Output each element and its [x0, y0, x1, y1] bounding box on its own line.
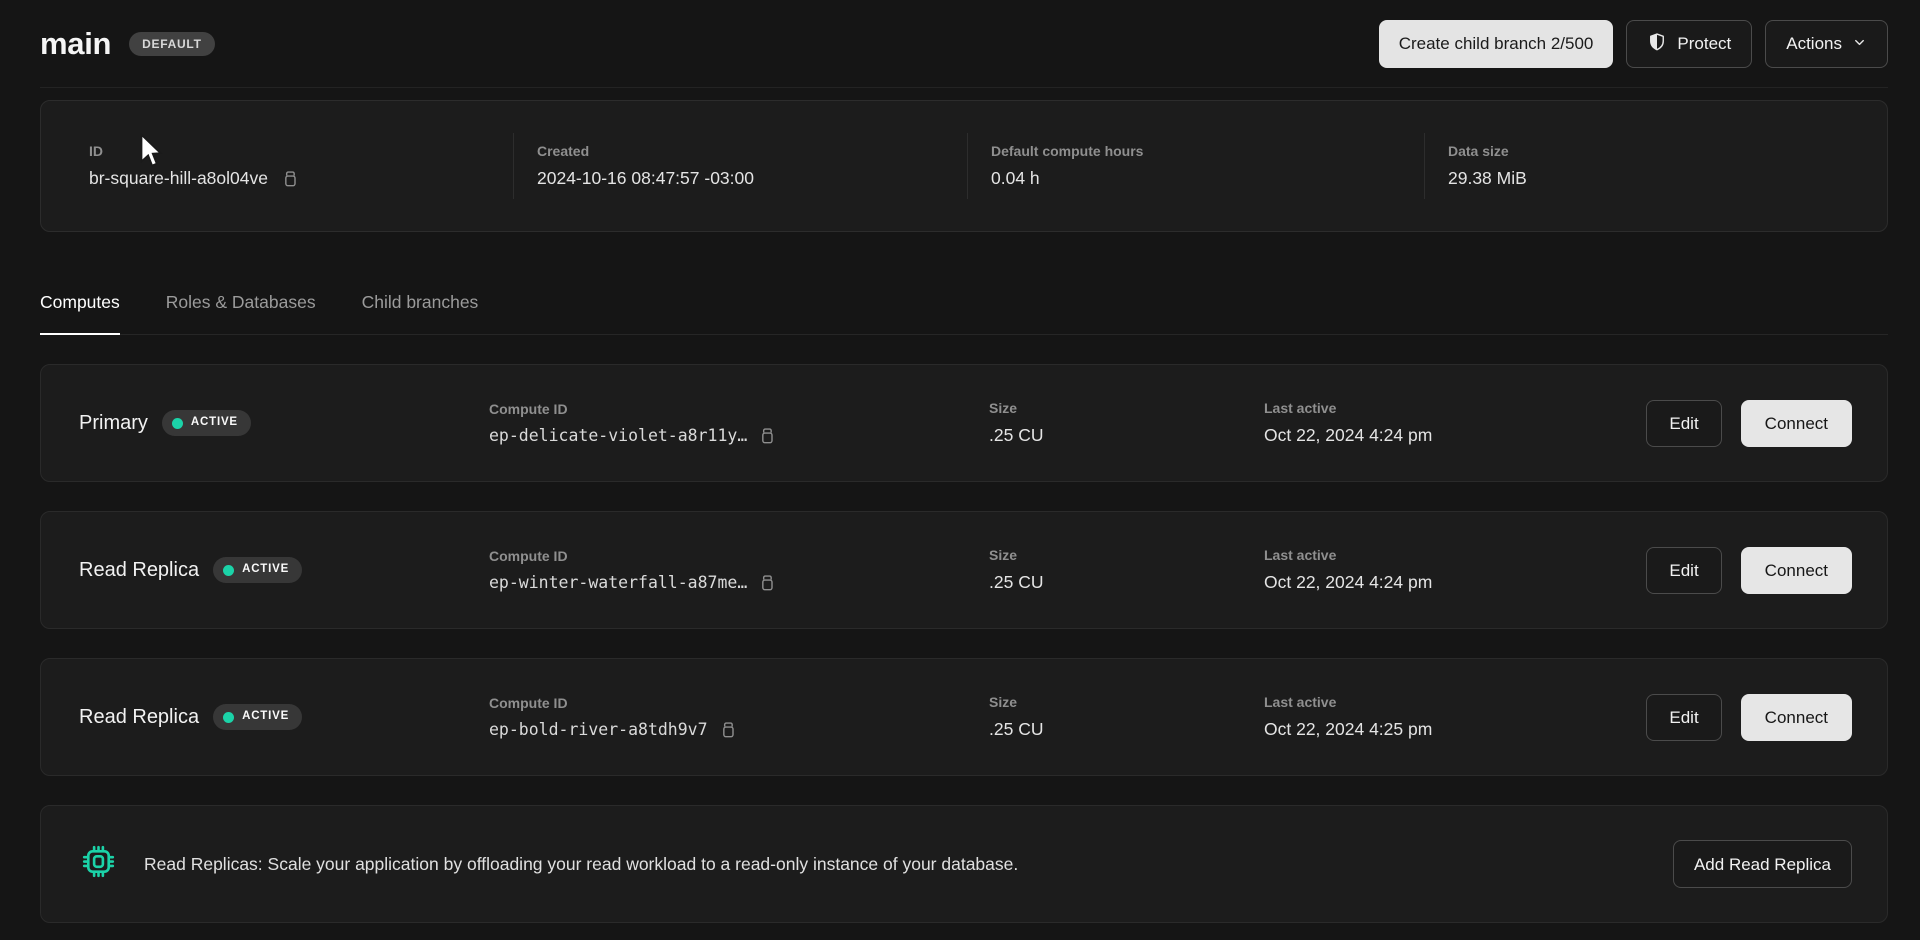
info-field-id: ID br-square-hill-a8ol04ve: [89, 133, 513, 199]
last-active-label: Last active: [1264, 694, 1646, 710]
protect-label: Protect: [1677, 35, 1731, 52]
actions-label: Actions: [1786, 35, 1842, 52]
compute-hours-value: 0.04 h: [991, 168, 1424, 189]
last-active-label: Last active: [1264, 400, 1646, 416]
info-field-compute-hours: Default compute hours 0.04 h: [967, 133, 1424, 199]
branch-title: main: [40, 26, 111, 62]
compute-title: Primary ACTIVE: [79, 410, 489, 436]
branch-info-card: ID br-square-hill-a8ol04ve Created 2024-…: [40, 100, 1888, 232]
default-badge: DEFAULT: [129, 32, 214, 56]
info-field-created: Created 2024-10-16 08:47:57 -03:00: [513, 133, 967, 199]
compute-row-primary: Primary ACTIVE Compute ID ep-delicate-vi…: [40, 364, 1888, 482]
status-badge: ACTIVE: [213, 704, 302, 730]
compute-name: Read Replica: [79, 559, 199, 582]
copy-branch-id-icon[interactable]: [280, 169, 300, 189]
page-header: main DEFAULT Create child branch 2/500 P…: [40, 0, 1888, 88]
size-cell: Size .25 CU: [989, 547, 1264, 593]
status-label: ACTIVE: [191, 417, 238, 429]
banner-text: Read Replicas: Scale your application by…: [144, 854, 1018, 875]
edit-button[interactable]: Edit: [1646, 400, 1721, 447]
compute-id-label: Compute ID: [489, 401, 989, 417]
copy-compute-id-icon[interactable]: [757, 573, 777, 593]
last-active-cell: Last active Oct 22, 2024 4:25 pm: [1264, 694, 1646, 740]
compute-id-cell: Compute ID ep-winter-waterfall-a87me…: [489, 548, 989, 593]
compute-row-read-replica-1: Read Replica ACTIVE Compute ID ep-winter…: [40, 511, 1888, 629]
edit-button[interactable]: Edit: [1646, 547, 1721, 594]
connect-button[interactable]: Connect: [1741, 694, 1852, 741]
last-active-value: Oct 22, 2024 4:25 pm: [1264, 719, 1646, 740]
connect-button[interactable]: Connect: [1741, 547, 1852, 594]
last-active-value: Oct 22, 2024 4:24 pm: [1264, 425, 1646, 446]
compute-id-cell: Compute ID ep-delicate-violet-a8r11y…: [489, 401, 989, 446]
compute-name: Primary: [79, 412, 148, 435]
created-label: Created: [537, 143, 967, 159]
compute-id-label: Compute ID: [489, 695, 989, 711]
active-dot-icon: [223, 565, 234, 576]
actions-button[interactable]: Actions: [1765, 20, 1888, 68]
compute-hours-label: Default compute hours: [991, 143, 1424, 159]
row-buttons: Edit Connect: [1646, 547, 1852, 594]
shield-icon: [1647, 32, 1667, 55]
edit-button[interactable]: Edit: [1646, 694, 1721, 741]
size-cell: Size .25 CU: [989, 694, 1264, 740]
tab-computes[interactable]: Computes: [40, 292, 120, 335]
status-badge: ACTIVE: [162, 410, 251, 436]
copy-compute-id-icon[interactable]: [757, 426, 777, 446]
header-actions: Create child branch 2/500 Protect Action…: [1379, 20, 1888, 68]
row-buttons: Edit Connect: [1646, 400, 1852, 447]
size-value: .25 CU: [989, 572, 1264, 593]
compute-title: Read Replica ACTIVE: [79, 557, 489, 583]
size-label: Size: [989, 694, 1264, 710]
status-badge: ACTIVE: [213, 557, 302, 583]
chevron-down-icon: [1852, 35, 1867, 53]
last-active-label: Last active: [1264, 547, 1646, 563]
compute-row-read-replica-2: Read Replica ACTIVE Compute ID ep-bold-r…: [40, 658, 1888, 776]
protect-button[interactable]: Protect: [1626, 20, 1752, 68]
connect-button[interactable]: Connect: [1741, 400, 1852, 447]
compute-id-value: ep-bold-river-a8tdh9v7: [489, 720, 708, 739]
size-label: Size: [989, 547, 1264, 563]
size-cell: Size .25 CU: [989, 400, 1264, 446]
id-label: ID: [89, 143, 513, 159]
data-size-value: 29.38 MiB: [1448, 168, 1887, 189]
tab-child-branches[interactable]: Child branches: [362, 292, 479, 334]
last-active-cell: Last active Oct 22, 2024 4:24 pm: [1264, 400, 1646, 446]
status-label: ACTIVE: [242, 711, 289, 723]
tab-roles-databases[interactable]: Roles & Databases: [166, 292, 316, 334]
create-child-branch-button[interactable]: Create child branch 2/500: [1379, 20, 1614, 68]
add-read-replica-button[interactable]: Add Read Replica: [1673, 840, 1852, 888]
last-active-value: Oct 22, 2024 4:24 pm: [1264, 572, 1646, 593]
compute-title: Read Replica ACTIVE: [79, 704, 489, 730]
branch-id-value: br-square-hill-a8ol04ve: [89, 168, 268, 189]
size-value: .25 CU: [989, 719, 1264, 740]
created-value: 2024-10-16 08:47:57 -03:00: [537, 168, 967, 189]
size-label: Size: [989, 400, 1264, 416]
active-dot-icon: [172, 418, 183, 429]
branch-page: main DEFAULT Create child branch 2/500 P…: [0, 0, 1920, 923]
active-dot-icon: [223, 712, 234, 723]
copy-compute-id-icon[interactable]: [718, 720, 738, 740]
row-buttons: Edit Connect: [1646, 694, 1852, 741]
cpu-chip-icon: [81, 844, 116, 884]
data-size-label: Data size: [1448, 143, 1887, 159]
compute-id-value: ep-delicate-violet-a8r11y…: [489, 426, 747, 445]
last-active-cell: Last active Oct 22, 2024 4:24 pm: [1264, 547, 1646, 593]
read-replica-banner: Read Replicas: Scale your application by…: [40, 805, 1888, 923]
status-label: ACTIVE: [242, 564, 289, 576]
compute-id-label: Compute ID: [489, 548, 989, 564]
compute-name: Read Replica: [79, 706, 199, 729]
size-value: .25 CU: [989, 425, 1264, 446]
info-field-data-size: Data size 29.38 MiB: [1424, 133, 1887, 199]
compute-id-cell: Compute ID ep-bold-river-a8tdh9v7: [489, 695, 989, 740]
compute-id-value: ep-winter-waterfall-a87me…: [489, 573, 747, 592]
branch-tabs: Computes Roles & Databases Child branche…: [40, 292, 1888, 335]
